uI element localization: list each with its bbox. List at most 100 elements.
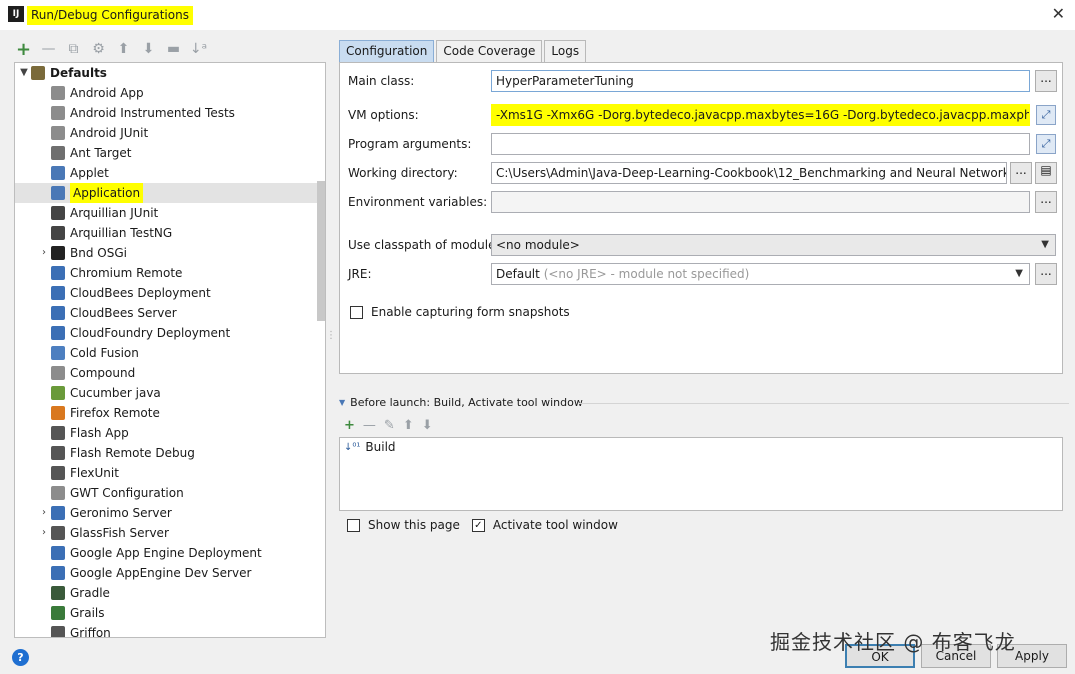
- remove-icon[interactable]: —: [363, 418, 376, 433]
- close-icon[interactable]: ✕: [1052, 4, 1065, 23]
- env-vars-browse-button[interactable]: ...: [1035, 191, 1057, 213]
- tree-root-label: Defaults: [50, 66, 107, 80]
- tree-item[interactable]: Grails: [37, 603, 105, 623]
- gwt-icon: [51, 486, 65, 500]
- wrench-icon[interactable]: ⚙: [89, 39, 108, 59]
- tree-item[interactable]: Griffon: [37, 623, 111, 637]
- expand-icon[interactable]: ⤢: [1036, 105, 1056, 125]
- tree-item-label: Arquillian TestNG: [70, 226, 173, 240]
- tree-item[interactable]: Chromium Remote: [37, 263, 182, 283]
- tree-item[interactable]: FlexUnit: [37, 463, 119, 483]
- tree-item-label: Google App Engine Deployment: [70, 546, 262, 560]
- tree-item[interactable]: › GlassFish Server: [37, 523, 169, 543]
- tree-item[interactable]: Cucumber java: [37, 383, 161, 403]
- main-class-browse-button[interactable]: ...: [1035, 70, 1057, 92]
- jre-browse-button[interactable]: ...: [1035, 263, 1057, 285]
- cloud-icon: [51, 306, 65, 320]
- tree-item[interactable]: Flash Remote Debug: [37, 443, 195, 463]
- add-icon[interactable]: +: [14, 39, 33, 60]
- tree-item-label: Flash App: [70, 426, 129, 440]
- android-app-icon: [51, 86, 65, 100]
- collapse-triangle-icon[interactable]: ▼: [339, 398, 345, 407]
- program-args-field[interactable]: [491, 133, 1030, 155]
- tab-code-coverage[interactable]: Code Coverage: [436, 40, 543, 62]
- tree-item[interactable]: Google App Engine Deployment: [37, 543, 262, 563]
- env-vars-row: Environment variables:: [348, 191, 487, 213]
- snapshots-checkbox[interactable]: [350, 305, 363, 319]
- tree-item[interactable]: Android App: [37, 83, 144, 103]
- tree-item[interactable]: CloudBees Server: [37, 303, 177, 323]
- tree-root-defaults[interactable]: ▼ Defaults: [17, 63, 107, 83]
- folder-icon[interactable]: ▬: [164, 39, 183, 59]
- tree-item[interactable]: Applet: [37, 163, 109, 183]
- tree-item[interactable]: Ant Target: [37, 143, 131, 163]
- tree-item[interactable]: Android JUnit: [37, 123, 148, 143]
- firefox-icon: [51, 406, 65, 420]
- jre-dropdown[interactable]: Default (<no JRE> - module not specified…: [491, 263, 1030, 285]
- list-item[interactable]: ↓⁰¹ Build: [344, 440, 396, 454]
- tree-item[interactable]: Google AppEngine Dev Server: [37, 563, 251, 583]
- tree-item[interactable]: CloudBees Deployment: [37, 283, 211, 303]
- help-icon[interactable]: ?: [12, 649, 29, 666]
- add-icon[interactable]: +: [344, 418, 355, 433]
- chromium-icon: [51, 266, 65, 280]
- move-down-icon[interactable]: ⬇: [422, 418, 433, 433]
- tab-configuration[interactable]: Configuration: [339, 40, 435, 62]
- chevron-right-icon[interactable]: ›: [37, 523, 51, 543]
- tree-item-label: Bnd OSGi: [70, 246, 127, 260]
- show-page-checkbox[interactable]: [347, 518, 360, 532]
- tree-item-label: FlexUnit: [70, 466, 119, 480]
- tree-scrollbar[interactable]: [317, 181, 325, 321]
- tree-item[interactable]: Firefox Remote: [37, 403, 160, 423]
- chevron-down-icon: ▼: [1015, 268, 1023, 279]
- tree-item-label: Google AppEngine Dev Server: [70, 566, 252, 580]
- tree-item[interactable]: › Bnd OSGi: [37, 243, 127, 263]
- tree-item[interactable]: Arquillian JUnit: [37, 203, 158, 223]
- title-bar: IJ Run/Debug Configurations ✕: [0, 0, 1075, 30]
- tree-item-label: Android JUnit: [70, 126, 149, 140]
- tab-logs[interactable]: Logs: [544, 40, 587, 62]
- sort-icon[interactable]: ↓ᵃ: [189, 39, 208, 59]
- tree-item[interactable]: Android Instrumented Tests: [37, 103, 235, 123]
- chevron-down-icon[interactable]: ▼: [17, 63, 31, 83]
- tree-item-label: Application: [70, 183, 144, 203]
- config-tree[interactable]: ▼ Defaults Android App Android Instrument…: [14, 62, 326, 638]
- tree-item[interactable]: Arquillian TestNG: [37, 223, 172, 243]
- tree-item[interactable]: CloudFoundry Deployment: [37, 323, 230, 343]
- tree-item[interactable]: Compound: [37, 363, 135, 383]
- tree-item[interactable]: Cold Fusion: [37, 343, 139, 363]
- gradle-icon: [51, 586, 65, 600]
- android-tests-icon: [51, 106, 65, 120]
- splitter-handle[interactable]: ⋮: [326, 330, 336, 346]
- chevron-right-icon[interactable]: ›: [37, 243, 51, 263]
- tree-item[interactable]: › Geronimo Server: [37, 503, 172, 523]
- jre-value: Default: [496, 267, 540, 281]
- chevron-right-icon[interactable]: ›: [37, 503, 51, 523]
- main-class-field[interactable]: HyperParameterTuning: [491, 70, 1030, 92]
- tree-item[interactable]: Gradle: [37, 583, 110, 603]
- tree-item[interactable]: GWT Configuration: [37, 483, 184, 503]
- classpath-module-dropdown[interactable]: <no module> ▼: [491, 234, 1056, 256]
- move-down-icon[interactable]: ⬇: [139, 39, 158, 59]
- activate-tool-checkbox[interactable]: ✓: [471, 518, 485, 532]
- jre-hint: (<no JRE> - module not specified): [543, 267, 750, 281]
- remove-icon[interactable]: —: [39, 39, 58, 59]
- tree-item[interactable]: Flash App: [37, 423, 129, 443]
- env-vars-field[interactable]: [491, 191, 1030, 213]
- macro-icon[interactable]: ▤: [1035, 162, 1057, 184]
- tree-item-label: CloudFoundry Deployment: [70, 326, 231, 340]
- working-dir-field[interactable]: C:\Users\Admin\Java-Deep-Learning-Cookbo…: [491, 162, 1007, 184]
- vm-options-field[interactable]: -Xms1G -Xmx6G -Dorg.bytedeco.javacpp.max…: [491, 104, 1030, 126]
- appengine-icon: [51, 566, 65, 580]
- tree-item[interactable]: Application: [37, 183, 144, 203]
- move-up-icon[interactable]: ⬆: [403, 418, 414, 433]
- working-dir-browse-button[interactable]: ...: [1010, 162, 1032, 184]
- flash-icon: [51, 426, 65, 440]
- copy-icon[interactable]: ⧉: [64, 39, 83, 59]
- move-up-icon[interactable]: ⬆: [114, 39, 133, 59]
- before-launch-list[interactable]: ↓⁰¹ Build: [339, 437, 1063, 511]
- edit-icon[interactable]: ✎: [384, 418, 395, 433]
- tree-item-label: Compound: [70, 366, 136, 380]
- vm-options-label: VM options:: [348, 108, 419, 122]
- expand-icon[interactable]: ⤢: [1036, 134, 1056, 154]
